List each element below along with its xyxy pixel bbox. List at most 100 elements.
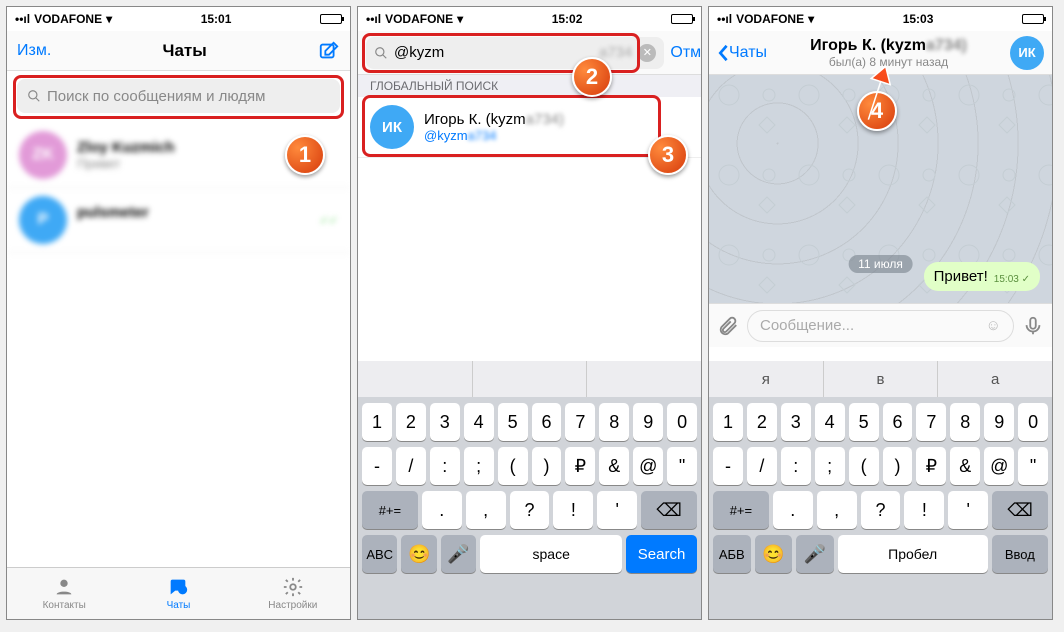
return-key[interactable]: Ввод <box>992 535 1048 573</box>
key[interactable]: 4 <box>464 403 494 441</box>
key[interactable]: ; <box>815 447 845 485</box>
avatar[interactable]: ИК <box>1010 36 1044 70</box>
back-button[interactable]: Чаты <box>717 44 767 62</box>
key[interactable]: 7 <box>916 403 946 441</box>
key[interactable]: & <box>950 447 980 485</box>
mic-icon[interactable] <box>1022 315 1044 337</box>
mic-key[interactable]: 🎤 <box>441 535 476 573</box>
key[interactable]: . <box>773 491 813 529</box>
key[interactable]: @ <box>633 447 663 485</box>
search-field[interactable]: a734 ✕ <box>366 37 664 69</box>
key[interactable]: 5 <box>849 403 879 441</box>
key[interactable]: ( <box>498 447 528 485</box>
key[interactable]: & <box>599 447 629 485</box>
key[interactable]: 7 <box>565 403 595 441</box>
key[interactable]: " <box>667 447 697 485</box>
key[interactable]: 0 <box>667 403 697 441</box>
sticker-icon[interactable]: ☺ <box>986 317 1001 334</box>
key[interactable]: 9 <box>633 403 663 441</box>
key[interactable]: " <box>1018 447 1048 485</box>
key[interactable]: / <box>396 447 426 485</box>
key[interactable]: ! <box>904 491 944 529</box>
key[interactable]: , <box>466 491 506 529</box>
abc-key[interactable]: АБВ <box>713 535 751 573</box>
key[interactable]: ; <box>464 447 494 485</box>
annotation-badge-1: 1 <box>285 135 325 175</box>
key[interactable]: ' <box>948 491 988 529</box>
emoji-key[interactable]: 😊 <box>401 535 436 573</box>
key[interactable]: ₽ <box>565 447 595 485</box>
key[interactable]: 9 <box>984 403 1014 441</box>
page-title: Чаты <box>163 41 207 61</box>
screen-1-chats: ••ıl VODAFONE ▾ 15:01 Изм. Чаты Поиск по… <box>6 6 351 620</box>
key[interactable]: : <box>430 447 460 485</box>
compose-button[interactable] <box>318 40 340 62</box>
tab-settings[interactable]: Настройки <box>236 568 350 619</box>
key[interactable]: 1 <box>362 403 392 441</box>
key[interactable]: : <box>781 447 811 485</box>
clear-button[interactable]: ✕ <box>638 44 656 62</box>
section-header: ГЛОБАЛЬНЫЙ ПОИСК <box>358 75 701 97</box>
key[interactable]: ) <box>532 447 562 485</box>
symbols-key[interactable]: #+= <box>713 491 769 529</box>
suggestion[interactable] <box>358 361 473 397</box>
key[interactable]: 6 <box>883 403 913 441</box>
message-input[interactable]: Сообщение...☺ <box>747 310 1014 342</box>
key[interactable]: 2 <box>747 403 777 441</box>
key[interactable]: 2 <box>396 403 426 441</box>
tab-contacts[interactable]: Контакты <box>7 568 121 619</box>
chat-row[interactable]: P pulsmeter ✓✓ <box>7 188 350 253</box>
key[interactable]: / <box>747 447 777 485</box>
search-input[interactable]: Поиск по сообщениям и людям <box>17 79 340 113</box>
key[interactable]: ' <box>597 491 637 529</box>
key[interactable]: - <box>362 447 392 485</box>
search-icon <box>374 46 388 60</box>
tab-chats[interactable]: Чаты <box>121 568 235 619</box>
key[interactable]: 4 <box>815 403 845 441</box>
avatar: ИК <box>370 105 414 149</box>
key[interactable]: 8 <box>950 403 980 441</box>
space-key[interactable]: space <box>480 535 622 573</box>
message-outgoing[interactable]: Привет! 15:03 ✓ <box>924 262 1040 291</box>
avatar: P <box>19 196 67 244</box>
attach-icon[interactable] <box>717 315 739 337</box>
search-key[interactable]: Search <box>626 535 697 573</box>
space-key[interactable]: Пробел <box>838 535 988 573</box>
key[interactable]: 5 <box>498 403 528 441</box>
key[interactable]: 3 <box>430 403 460 441</box>
key[interactable]: ( <box>849 447 879 485</box>
key[interactable]: 3 <box>781 403 811 441</box>
key[interactable]: 6 <box>532 403 562 441</box>
screen-2-search: ••ıl VODAFONE ▾ 15:02 a734 ✕ Отмена ГЛОБ… <box>357 6 702 620</box>
key[interactable]: 8 <box>599 403 629 441</box>
key[interactable]: @ <box>984 447 1014 485</box>
suggestion[interactable]: в <box>824 361 939 397</box>
symbols-key[interactable]: #+= <box>362 491 418 529</box>
suggestion[interactable] <box>473 361 588 397</box>
emoji-key[interactable]: 😊 <box>755 535 793 573</box>
key[interactable]: ) <box>883 447 913 485</box>
backspace-key[interactable]: ⌫ <box>992 491 1048 529</box>
cancel-button[interactable]: Отмена <box>670 44 702 62</box>
battery-icon <box>1022 14 1044 24</box>
key[interactable]: ? <box>510 491 550 529</box>
key[interactable]: ! <box>553 491 593 529</box>
key[interactable]: - <box>713 447 743 485</box>
abc-key[interactable]: ABC <box>362 535 397 573</box>
key-row: -/:;()₽&@" <box>362 447 697 485</box>
key[interactable]: . <box>422 491 462 529</box>
search-input[interactable] <box>394 44 593 61</box>
key[interactable]: , <box>817 491 857 529</box>
key[interactable]: ? <box>861 491 901 529</box>
annotation-arrow <box>853 63 901 127</box>
result-name: Игорь К. (kyzm <box>424 111 526 128</box>
edit-button[interactable]: Изм. <box>17 42 51 60</box>
key[interactable]: 1 <box>713 403 743 441</box>
suggestion[interactable]: я <box>709 361 824 397</box>
key[interactable]: ₽ <box>916 447 946 485</box>
suggestion[interactable] <box>587 361 701 397</box>
suggestion[interactable]: а <box>938 361 1052 397</box>
backspace-key[interactable]: ⌫ <box>641 491 697 529</box>
mic-key[interactable]: 🎤 <box>796 535 834 573</box>
key[interactable]: 0 <box>1018 403 1048 441</box>
